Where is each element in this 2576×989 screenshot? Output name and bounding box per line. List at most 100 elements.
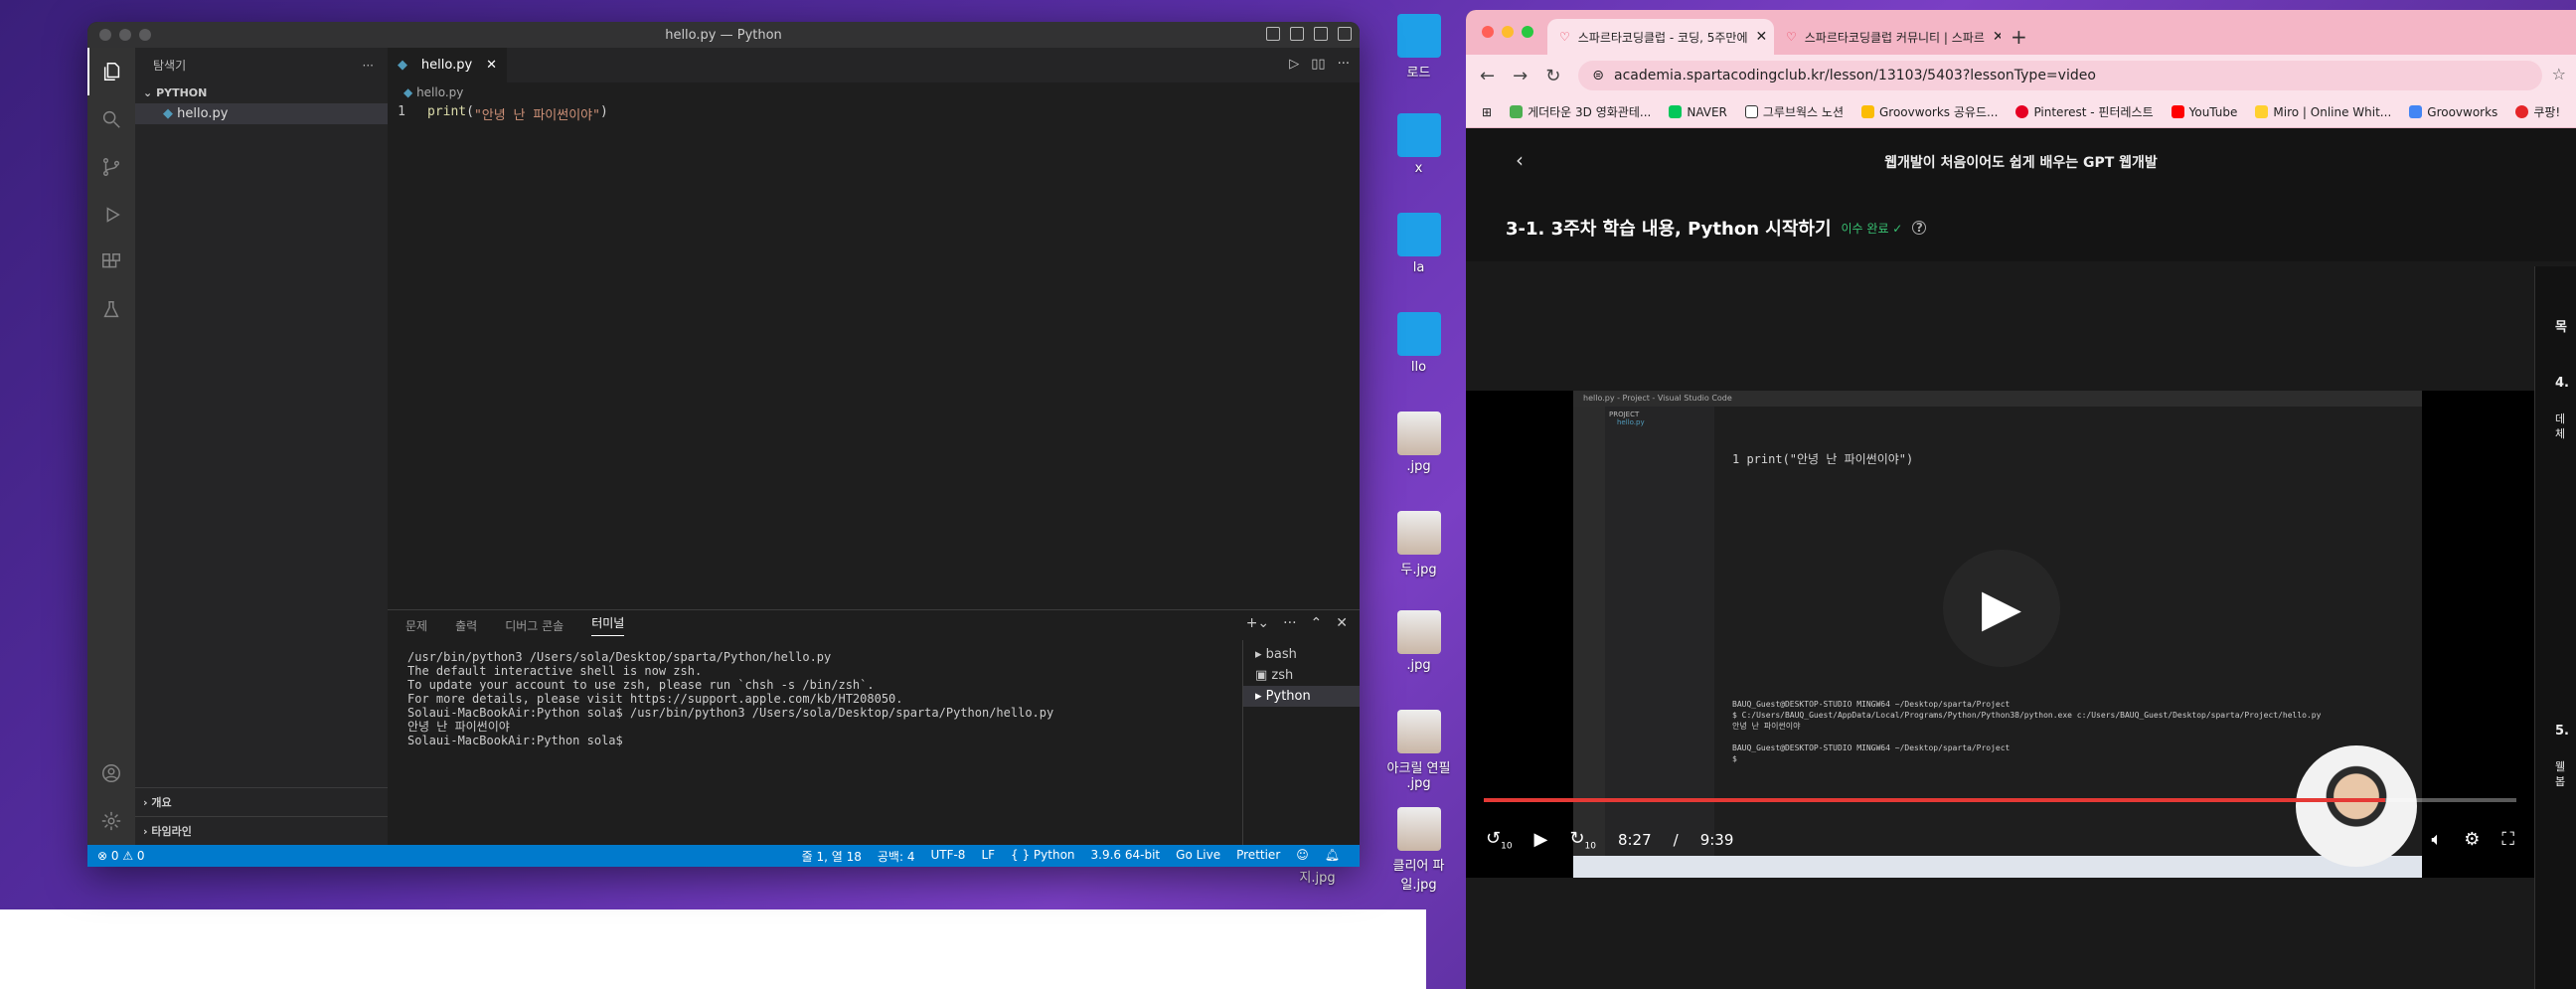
testing-icon[interactable] (87, 286, 135, 334)
close-icon[interactable]: ✕ (486, 58, 497, 73)
encoding[interactable]: UTF-8 (930, 848, 965, 865)
desktop-icon[interactable]: 아크릴 연필 .jpg (1371, 710, 1466, 791)
outline-label: 개요 (151, 796, 172, 809)
outline-section[interactable]: › 개요 (135, 787, 388, 816)
breadcrumb-file[interactable]: hello.py (416, 85, 463, 99)
customize-layout-icon[interactable] (1338, 27, 1352, 41)
desktop-icon[interactable]: x (1371, 113, 1466, 176)
desktop-icon[interactable]: llo (1371, 312, 1466, 375)
explorer-icon[interactable] (87, 48, 135, 95)
minimize-button[interactable] (1502, 26, 1514, 38)
python-interpreter[interactable]: 3.9.6 64-bit (1091, 848, 1161, 865)
forward-icon[interactable]: → (1513, 66, 1528, 86)
tab-terminal[interactable]: 터미널 (591, 614, 625, 636)
toggle-sidebar-icon[interactable] (1266, 27, 1280, 41)
reload-icon[interactable]: ↻ (1545, 66, 1560, 86)
tab-output[interactable]: 출력 (455, 617, 477, 634)
bookmark-item[interactable]: Pinterest - 핀터레스트 (2015, 103, 2154, 120)
fullscreen-icon[interactable]: ⛶ (2501, 829, 2514, 850)
source-control-icon[interactable] (87, 143, 135, 191)
bookmark-item[interactable]: Miro | Online Whit... (2255, 105, 2391, 119)
play-icon[interactable]: ▶ (1943, 550, 2060, 667)
tab-debug-console[interactable]: 디버그 콘솔 (505, 617, 564, 634)
prettier[interactable]: Prettier (1236, 848, 1280, 865)
folder-python[interactable]: ⌄ PYTHON (135, 82, 388, 103)
gear-icon[interactable]: ⚙ (2464, 829, 2480, 850)
run-icon[interactable]: ▷ (1289, 57, 1299, 72)
sidebar-label[interactable]: 4. (2555, 376, 2569, 391)
volume-icon[interactable]: 🔈︎ (2431, 829, 2442, 850)
new-tab-button[interactable]: + (2001, 25, 2037, 55)
terminal-python[interactable]: ▸ Python (1243, 686, 1360, 707)
maximize-panel-icon[interactable]: ⌃ (1311, 615, 1323, 631)
file-hello-py[interactable]: ◆ hello.py (135, 103, 388, 124)
desktop-icon[interactable]: 클리어 파 일.jpg (1371, 807, 1466, 893)
info-icon[interactable]: ? (1912, 221, 1927, 235)
browser-tab-active[interactable]: ♡ 스파르타코딩클럽 - 코딩, 5주만에 ✕ (1547, 19, 1774, 55)
bookmark-item[interactable]: 그루브웍스 노션 (1744, 103, 1844, 120)
bookmark-star-icon[interactable]: ☆ (2552, 65, 2566, 83)
bookmark-item[interactable]: YouTube (2171, 105, 2237, 119)
close-button[interactable] (1482, 26, 1494, 38)
close-icon[interactable]: ✕ (1993, 29, 2001, 45)
terminal-line: For more details, please visit https://s… (407, 692, 903, 706)
browser-tab[interactable]: ♡ 스파르타코딩클럽 커뮤니티 | 스파르 ✕ (1774, 19, 2001, 55)
sidebar-label[interactable]: 5. (2555, 724, 2569, 739)
apps-icon[interactable]: ⊞ (1482, 105, 1492, 119)
terminal-icon: ▣ (1255, 668, 1272, 683)
bookmark-item[interactable]: 게더타운 3D 영화관테... (1510, 103, 1651, 120)
search-icon[interactable] (87, 95, 135, 143)
toggle-secondary-sidebar-icon[interactable] (1314, 27, 1328, 41)
tab-problems[interactable]: 문제 (405, 617, 427, 634)
toggle-panel-icon[interactable] (1290, 27, 1304, 41)
more-actions-icon[interactable]: ··· (363, 59, 374, 73)
code-line[interactable]: 1 print("안녕 난 파이썬이야") (388, 104, 1360, 123)
close-icon[interactable]: ✕ (1756, 29, 1768, 45)
timeline-section[interactable]: › 타임라인 (135, 816, 388, 845)
rewind-icon[interactable]: ↺10 (1486, 828, 1513, 852)
new-terminal-icon[interactable]: +⌄ (1246, 615, 1269, 631)
close-icon[interactable]: ✕ (1336, 615, 1348, 631)
desktop-icon[interactable]: 로드 (1371, 14, 1466, 81)
indentation[interactable]: 공백: 4 (878, 848, 915, 865)
problems-status[interactable]: ⊗ 0 ⚠ 0 (97, 849, 145, 863)
bookmark-item[interactable]: NAVER (1669, 105, 1727, 119)
more-icon[interactable]: ··· (1283, 615, 1296, 631)
bookmark-item[interactable]: Groovworks 공유드... (1861, 103, 1998, 120)
run-debug-icon[interactable] (87, 191, 135, 239)
line-ending[interactable]: LF (981, 848, 995, 865)
bookmark-item[interactable]: Groovworks (2409, 105, 2497, 119)
tab-hello-py[interactable]: ◆ hello.py ✕ (388, 48, 507, 82)
tab-title: 스파르타코딩클럽 - 코딩, 5주만에 (1577, 30, 1748, 45)
terminal-line: Solaui-MacBookAir:Python sola$ (407, 734, 623, 747)
terminal-output[interactable]: /usr/bin/python3 /Users/sola/Desktop/spa… (388, 640, 1240, 845)
desktop-icon[interactable]: .jpg (1371, 610, 1466, 673)
play-small-icon[interactable]: ▶ (1534, 829, 1548, 850)
site-info-icon[interactable]: ⊜ (1592, 68, 1604, 83)
more-icon[interactable]: ··· (1338, 57, 1350, 72)
desktop-icon-label: 로드 (1406, 66, 1431, 81)
video-player[interactable]: hello.py - Project - Visual Studio Code … (1466, 391, 2534, 878)
bookmark-item[interactable]: 쿠팡! (2515, 103, 2560, 120)
curriculum-sidebar: 목 4. 데 체 5. 웰 봅 (2534, 266, 2576, 989)
feedback-icon[interactable]: ☺ (1296, 848, 1309, 865)
gear-icon[interactable] (87, 797, 135, 845)
desktop-icon[interactable]: .jpg (1371, 412, 1466, 474)
maximize-button[interactable] (1522, 26, 1533, 38)
forward-icon[interactable]: ↻10 (1569, 828, 1596, 852)
account-icon[interactable] (87, 749, 135, 797)
extensions-icon[interactable] (87, 239, 135, 286)
split-editor-icon[interactable]: ▯▯ (1311, 57, 1325, 72)
back-icon[interactable]: ← (1480, 66, 1495, 86)
video-progress-bar[interactable] (1484, 798, 2516, 802)
desktop-icon[interactable]: la (1371, 213, 1466, 275)
coupang-icon (2515, 105, 2529, 118)
cursor-position[interactable]: 줄 1, 열 18 (802, 848, 862, 865)
language-mode[interactable]: { } Python (1011, 848, 1075, 865)
go-live[interactable]: Go Live (1176, 848, 1220, 865)
terminal-bash[interactable]: ▸ bash (1243, 644, 1360, 665)
desktop-icon[interactable]: 두.jpg (1371, 511, 1466, 577)
address-bar[interactable]: ⊜ academia.spartacodingclub.kr/lesson/13… (1578, 61, 2542, 90)
bell-icon[interactable]: 🔔︎ (1325, 848, 1340, 865)
terminal-zsh[interactable]: ▣ zsh (1243, 665, 1360, 686)
